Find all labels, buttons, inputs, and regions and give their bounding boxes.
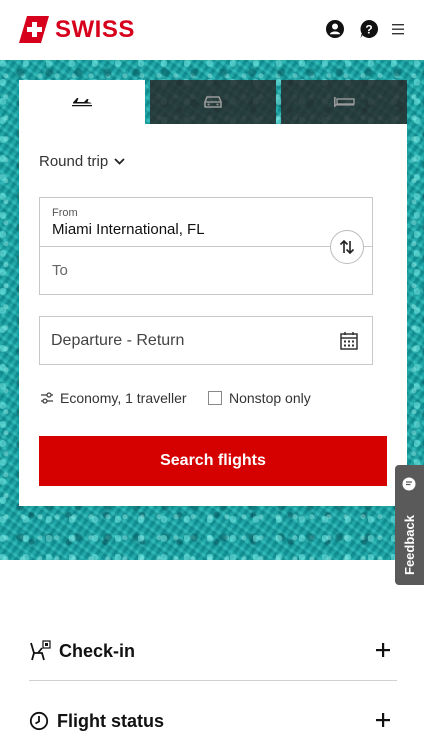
- feedback-icon: [402, 477, 416, 491]
- sliders-icon: [41, 392, 53, 404]
- calendar-icon: [340, 332, 358, 350]
- trip-type-label: Round trip: [39, 153, 109, 170]
- from-label: From: [52, 207, 78, 219]
- clock-icon: [29, 711, 49, 731]
- to-field[interactable]: To: [52, 262, 68, 279]
- checkin-accordion[interactable]: Check-in: [29, 626, 397, 676]
- dates-field[interactable]: Departure - Return: [39, 316, 373, 365]
- dates-placeholder: Departure - Return: [51, 332, 185, 349]
- plus-icon: [376, 643, 390, 657]
- nonstop-toggle[interactable]: Nonstop only: [208, 390, 311, 406]
- flight-search-card: Round trip From Miami International, FL …: [19, 124, 407, 506]
- accordion-divider: [29, 680, 397, 681]
- nonstop-checkbox[interactable]: [208, 391, 222, 405]
- swap-icon: [339, 239, 355, 255]
- car-icon: [204, 96, 222, 108]
- plane-icon: [72, 98, 92, 107]
- trip-type-dropdown[interactable]: Round trip: [39, 153, 125, 170]
- tab-cars[interactable]: [150, 80, 276, 124]
- flight-status-label: Flight status: [57, 710, 164, 731]
- site-header: SWISS ?: [0, 0, 424, 60]
- passengers-label: Economy, 1 traveller: [60, 390, 187, 406]
- feedback-label: Feedback: [402, 515, 417, 575]
- field-divider: [40, 246, 372, 247]
- chevron-down-icon: [114, 158, 125, 165]
- user-icon[interactable]: [325, 19, 345, 39]
- brand-name: SWISS: [55, 16, 135, 43]
- tab-hotels[interactable]: [281, 80, 407, 124]
- svg-text:?: ?: [365, 23, 372, 37]
- feedback-tab[interactable]: Feedback: [395, 465, 424, 585]
- swiss-flag-icon: [19, 16, 49, 43]
- from-value[interactable]: Miami International, FL: [52, 221, 205, 238]
- bed-icon: [334, 97, 355, 107]
- checkin-label: Check-in: [59, 640, 136, 661]
- menu-icon[interactable]: [392, 24, 404, 35]
- route-fields: From Miami International, FL To: [39, 197, 373, 295]
- plus-icon: [376, 713, 390, 727]
- nonstop-label: Nonstop only: [229, 390, 311, 406]
- swiss-logo[interactable]: SWISS: [19, 16, 135, 43]
- help-icon[interactable]: ?: [359, 19, 379, 39]
- tab-flights[interactable]: [19, 80, 145, 124]
- seat-icon: [30, 640, 51, 661]
- search-flights-button[interactable]: Search flights: [39, 436, 387, 486]
- flight-status-accordion[interactable]: Flight status: [29, 696, 397, 746]
- swap-locations-button[interactable]: [330, 230, 364, 264]
- passengers-selector[interactable]: Economy, 1 traveller: [40, 390, 187, 406]
